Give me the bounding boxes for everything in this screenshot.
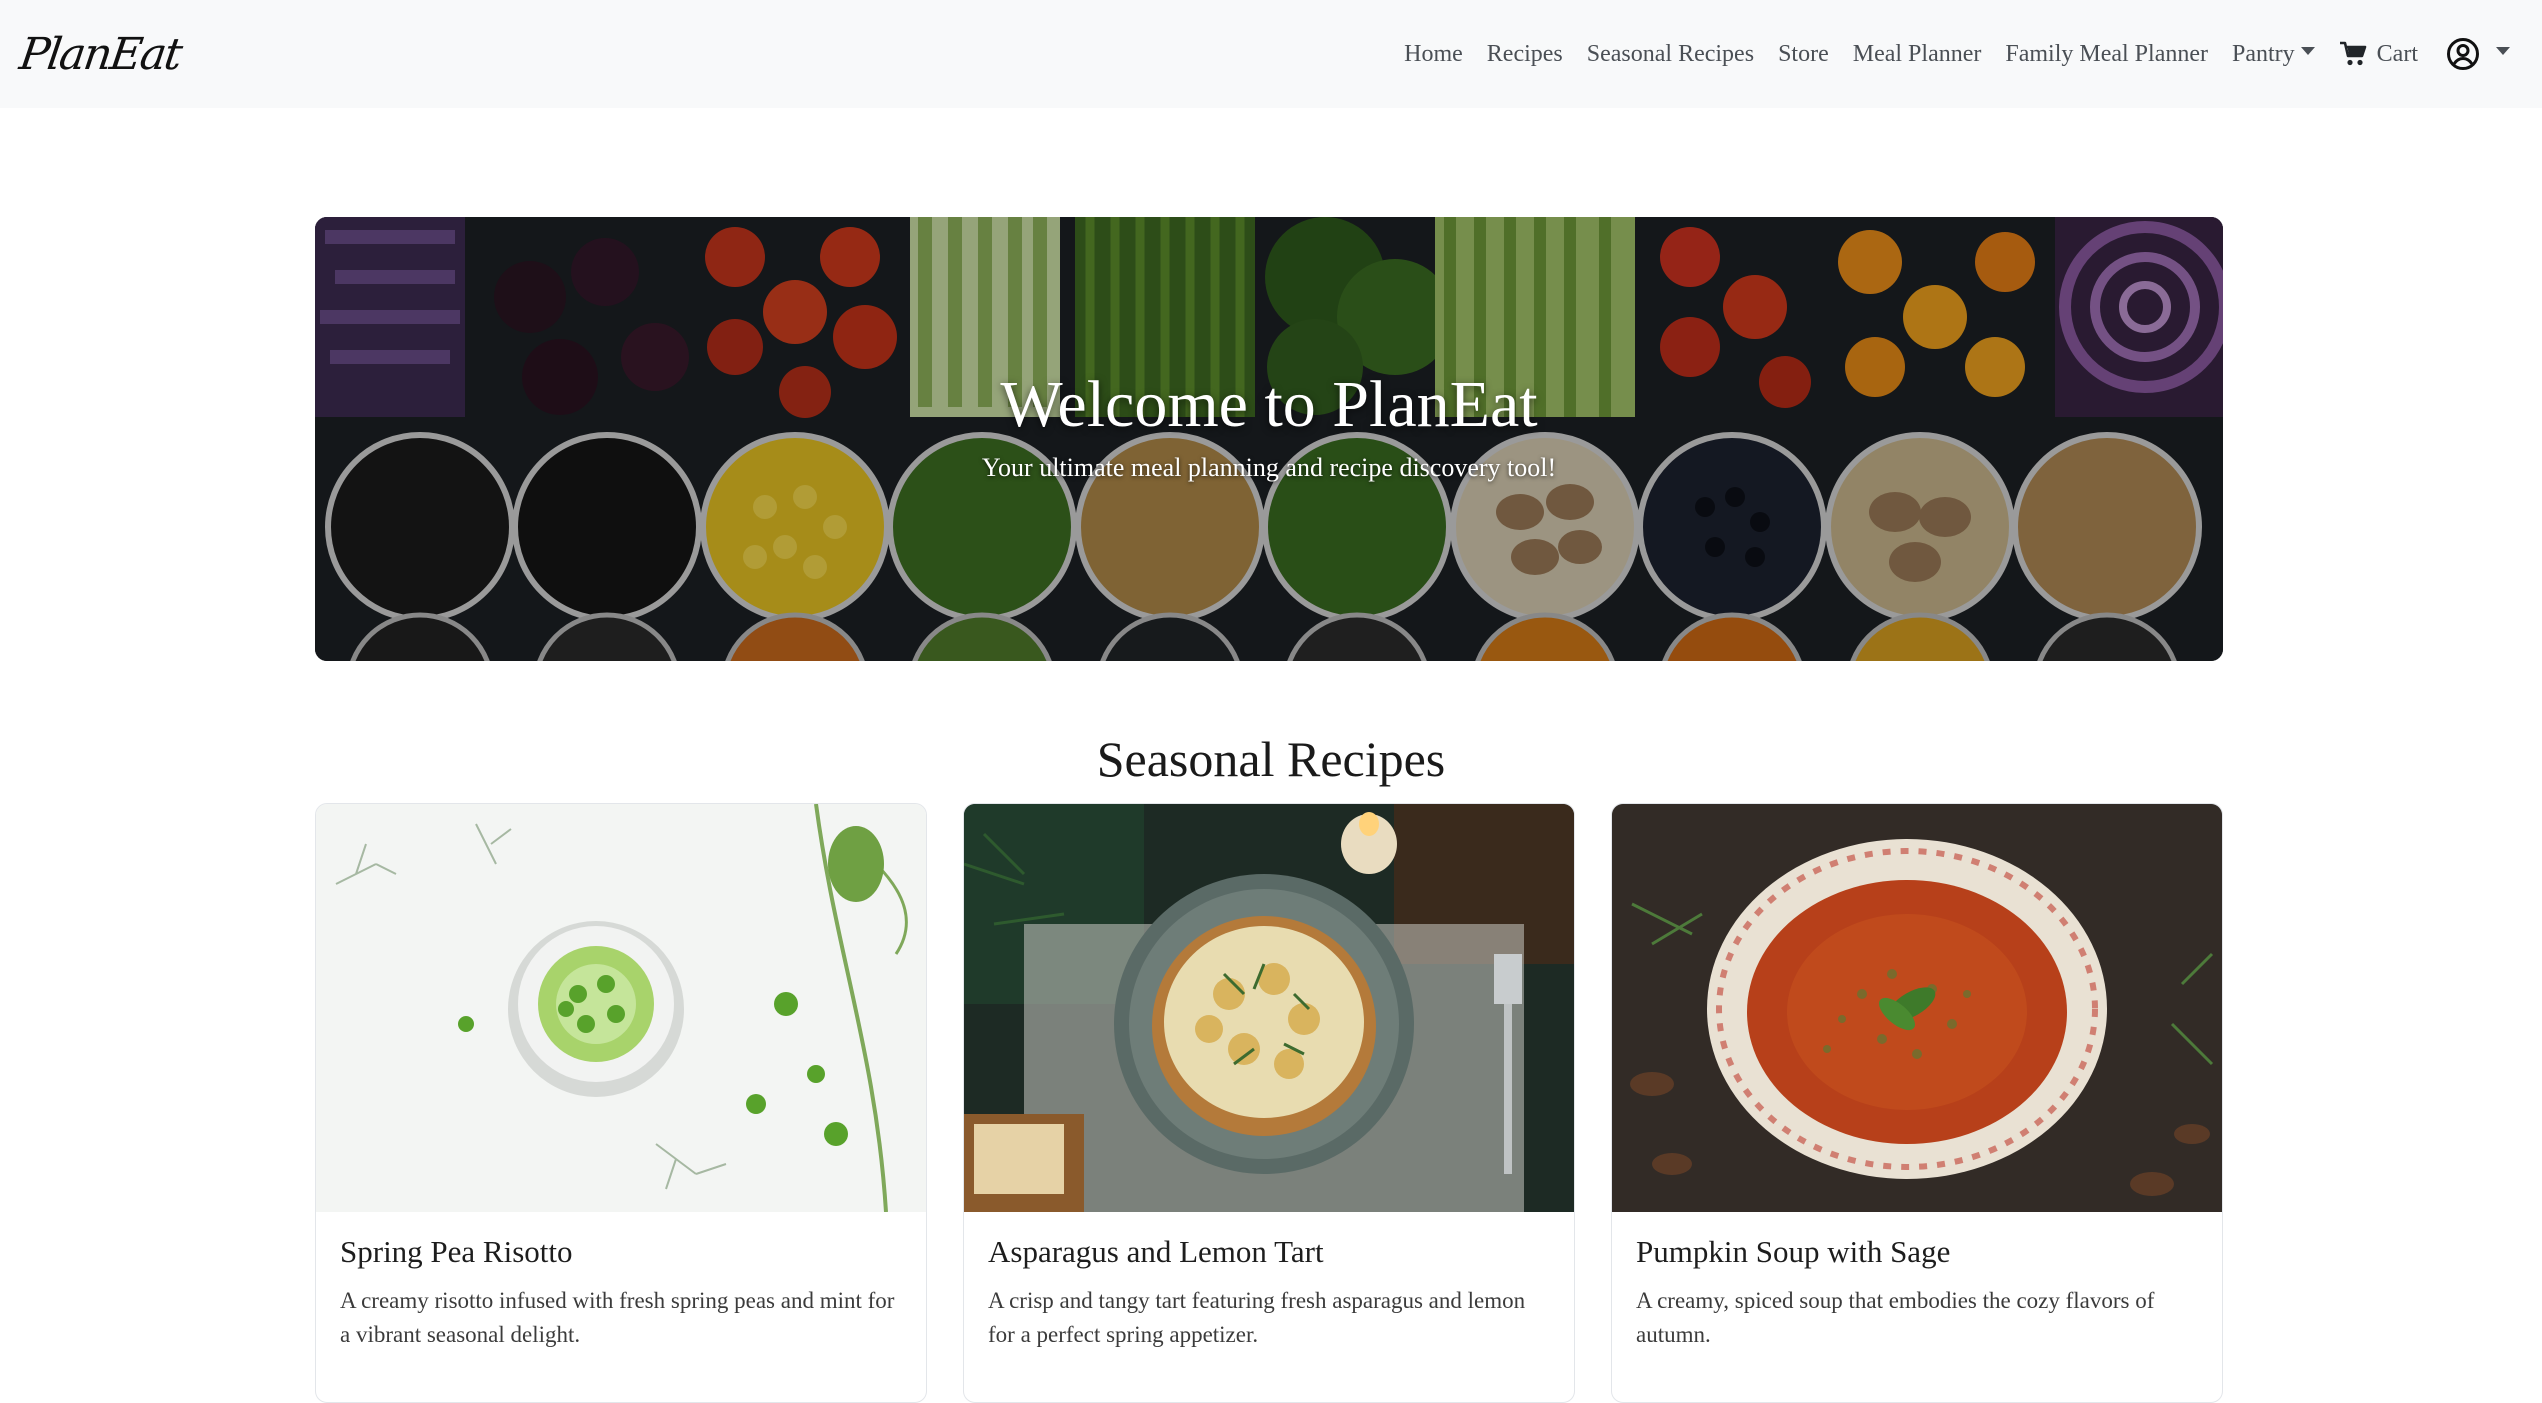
recipe-card[interactable]: Asparagus and Lemon Tart A crisp and tan…: [963, 803, 1575, 1403]
recipe-card-body: Spring Pea Risotto A creamy risotto infu…: [316, 1212, 926, 1374]
hero-banner: Welcome to PlanEat Your ultimate meal pl…: [315, 217, 2223, 661]
nav-cart[interactable]: Cart: [2339, 41, 2418, 68]
nav-pantry-dropdown[interactable]: Pantry: [2232, 41, 2315, 68]
nav-seasonal-recipes[interactable]: Seasonal Recipes: [1587, 41, 1754, 68]
navbar: PlanEat Home Recipes Seasonal Recipes St…: [0, 0, 2542, 108]
recipe-card[interactable]: Pumpkin Soup with Sage A creamy, spiced …: [1611, 803, 2223, 1403]
recipe-card-body: Pumpkin Soup with Sage A creamy, spiced …: [1612, 1212, 2222, 1374]
recipe-image-asparagus-lemon-tart: [964, 804, 1574, 1212]
recipe-card[interactable]: Spring Pea Risotto A creamy risotto infu…: [315, 803, 927, 1403]
recipe-cards: Spring Pea Risotto A creamy risotto infu…: [315, 803, 2223, 1403]
user-menu-dropdown[interactable]: [2446, 37, 2510, 71]
hero-title: Welcome to PlanEat: [1000, 368, 1538, 441]
hero-subtitle: Your ultimate meal planning and recipe d…: [981, 453, 1557, 482]
nav-home[interactable]: Home: [1404, 41, 1463, 68]
nav-links: Home Recipes Seasonal Recipes Store Meal…: [1404, 37, 2510, 71]
nav-recipes[interactable]: Recipes: [1487, 41, 1563, 68]
recipe-title[interactable]: Spring Pea Risotto: [340, 1234, 902, 1270]
recipe-card-body: Asparagus and Lemon Tart A crisp and tan…: [964, 1212, 1574, 1374]
recipe-title[interactable]: Pumpkin Soup with Sage: [1636, 1234, 2198, 1270]
caret-down-icon: [2496, 47, 2510, 55]
nav-family-meal-planner[interactable]: Family Meal Planner: [2005, 41, 2208, 68]
seasonal-recipes-heading: Seasonal Recipes: [1096, 731, 1446, 787]
nav-cart-label: Cart: [2376, 40, 2418, 67]
user-circle-icon: [2447, 38, 2479, 70]
recipe-image-spring-pea-risotto: [316, 804, 926, 1212]
caret-down-icon: [2300, 47, 2315, 55]
nav-store[interactable]: Store: [1778, 41, 1829, 68]
brand-logo[interactable]: PlanEat: [16, 29, 183, 80]
recipe-image-pumpkin-soup-sage: [1612, 804, 2222, 1212]
nav-pantry-label: Pantry: [2232, 40, 2295, 67]
recipe-title[interactable]: Asparagus and Lemon Tart: [988, 1234, 1550, 1270]
nav-meal-planner[interactable]: Meal Planner: [1853, 41, 1982, 68]
cart-icon: [2339, 41, 2366, 66]
